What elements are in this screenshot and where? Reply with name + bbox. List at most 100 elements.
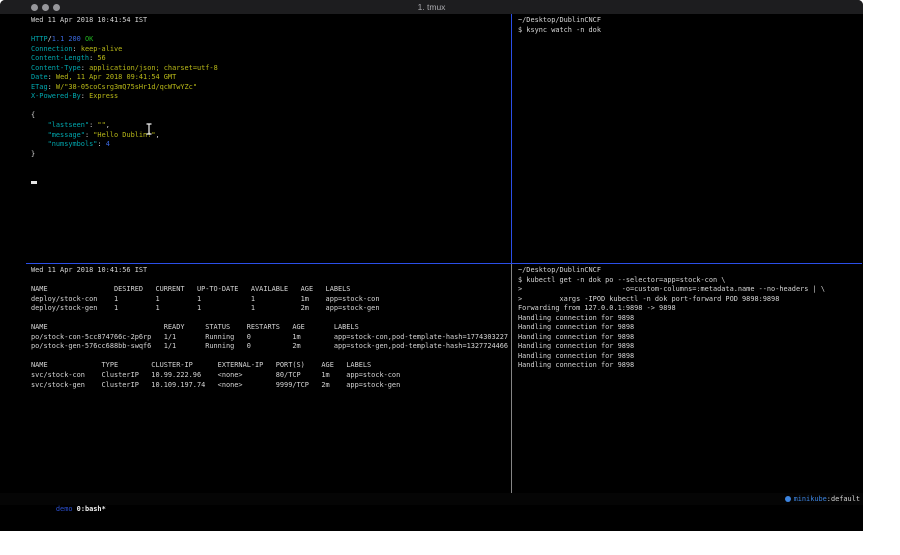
terminal-window: 1. tmux Wed 11 Apr 2018 10:41:54 IST HTTP… <box>0 0 863 531</box>
terminal-line: "numsymbols": 4 <box>31 140 507 150</box>
terminal-text-segment: NAME READY STATUS RESTARTS AGE LABELS <box>31 323 359 331</box>
terminal-line <box>31 26 507 36</box>
terminal-line: deploy/stock-con 1 1 1 1 1m app=stock-co… <box>31 295 507 305</box>
terminal-text-segment: "numsymbols" <box>48 140 98 148</box>
terminal-line: X-Powered-By: Express <box>31 92 507 102</box>
terminal-text-segment: : <box>48 83 56 91</box>
terminal-text-segment <box>31 140 48 148</box>
terminal-text-segment: : <box>81 92 89 100</box>
terminal-line <box>31 276 507 286</box>
terminal-text-segment: : <box>48 73 56 81</box>
kube-context-label: minikube <box>794 494 827 504</box>
terminal-line: Connection: keep-alive <box>31 45 507 55</box>
terminal-line: po/stock-con-5cc874766c-2p6rp 1/1 Runnin… <box>31 333 507 343</box>
terminal-text-segment: > xargs -IPOD kubectl -n dok port-forwar… <box>518 295 779 303</box>
terminal-text-segment: Connection <box>31 45 73 53</box>
terminal-text-segment: : <box>73 45 81 53</box>
session-name-label: demo <box>56 505 73 513</box>
terminal-text-segment: NAME DESIRED CURRENT UP-TO-DATE AVAILABL… <box>31 285 350 293</box>
terminal-text-segment: 1.1 <box>52 35 64 43</box>
terminal-text-segment <box>31 121 48 129</box>
terminal-line: NAME READY STATUS RESTARTS AGE LABELS <box>31 323 507 333</box>
terminal-line: ETag: W/"38-05coCsrg3mQ75sHr1d/qcWTwYZc" <box>31 83 507 93</box>
terminal-line: > xargs -IPOD kubectl -n dok port-forwar… <box>518 295 858 305</box>
terminal-line: Forwarding from 127.0.0.1:9898 -> 9898 <box>518 304 858 314</box>
terminal-text-segment: Handling connection for 9898 <box>518 342 634 350</box>
terminal-line: $ kubectl get -n dok po --selector=app=s… <box>518 276 858 286</box>
terminal-text-segment: Forwarding from 127.0.0.1:9898 -> 9898 <box>518 304 676 312</box>
pane-divider-horizontal[interactable] <box>26 263 862 264</box>
status-bar: demo 0:bash* minikube:default <box>0 493 863 505</box>
terminal-text-segment: } <box>31 150 35 158</box>
terminal-text-segment: Content-Length <box>31 54 89 62</box>
terminal-text-segment: { <box>31 111 35 119</box>
terminal-line <box>31 159 507 169</box>
screen: { "window": { "title": "1. tmux", "traff… <box>0 0 900 555</box>
terminal-text-segment: Date <box>31 73 48 81</box>
terminal-text-segment: application/json; charset=utf-8 <box>89 64 218 72</box>
terminal-line: ~/Desktop/DublinCNCF <box>518 16 858 26</box>
terminal-text-segment: $ kubectl get -n dok po --selector=app=s… <box>518 276 725 284</box>
terminal-text-segment: Wed 11 Apr 2018 10:41:56 IST <box>31 266 147 274</box>
terminal-text-segment: Wed, 11 Apr 2018 09:41:54 GMT <box>56 73 176 81</box>
terminal-line: Date: Wed, 11 Apr 2018 09:41:54 GMT <box>31 73 507 83</box>
window-tab-bash[interactable]: 0:bash* <box>77 505 106 513</box>
terminal-text-segment: ~/Desktop/DublinCNCF <box>518 16 601 24</box>
terminal-line: "message": "Hello Dublin!", <box>31 131 507 141</box>
terminal-line <box>31 352 507 362</box>
terminal-line: ~/Desktop/DublinCNCF <box>518 266 858 276</box>
terminal-text-segment: Handling connection for 9898 <box>518 323 634 331</box>
terminal-line: Handling connection for 9898 <box>518 333 858 343</box>
terminal-line: Content-Length: 56 <box>31 54 507 64</box>
kube-namespace-label: :default <box>827 494 860 504</box>
terminal-line: $ ksync watch -n dok <box>518 26 858 36</box>
terminal-text-segment: Handling connection for 9898 <box>518 314 634 322</box>
terminal-text-segment: "" <box>97 121 105 129</box>
terminal-text-segment: 200 <box>68 35 80 43</box>
terminal-text-segment: Content-Type <box>31 64 81 72</box>
mouse-cursor-ibeam <box>145 123 153 135</box>
terminal-text-segment: po/stock-gen-576cc688bb-swqf6 1/1 Runnin… <box>31 342 508 350</box>
terminal-text-segment <box>31 131 48 139</box>
terminal-text-segment: , <box>106 121 110 129</box>
pane-divider-vertical-top[interactable] <box>511 14 512 263</box>
terminal-cursor <box>31 181 37 185</box>
terminal-text-segment: ETag <box>31 83 48 91</box>
terminal-text-segment: OK <box>85 35 93 43</box>
terminal-text-segment: "lastseen" <box>48 121 90 129</box>
terminal-line: NAME TYPE CLUSTER-IP EXTERNAL-IP PORT(S)… <box>31 361 507 371</box>
terminal-line: Wed 11 Apr 2018 10:41:54 IST <box>31 16 507 26</box>
pane-kubectl-resources[interactable]: Wed 11 Apr 2018 10:41:56 IST NAME DESIRED… <box>31 266 507 490</box>
terminal-text-segment: NAME TYPE CLUSTER-IP EXTERNAL-IP PORT(S)… <box>31 361 371 369</box>
terminal-text-segment: svc/stock-con ClusterIP 10.99.222.96 <no… <box>31 371 400 379</box>
terminal-line: "lastseen": "", <box>31 121 507 131</box>
terminal-text-segment: keep-alive <box>81 45 123 53</box>
terminal-text-segment: HTTP <box>31 35 48 43</box>
terminal-line: Handling connection for 9898 <box>518 352 858 362</box>
titlebar[interactable]: 1. tmux <box>0 0 863 14</box>
terminal-line: NAME DESIRED CURRENT UP-TO-DATE AVAILABL… <box>31 285 507 295</box>
terminal-line: po/stock-gen-576cc688bb-swqf6 1/1 Runnin… <box>31 342 507 352</box>
terminal-line <box>31 102 507 112</box>
terminal-line <box>31 314 507 324</box>
terminal-text-segment: deploy/stock-gen 1 1 1 1 2m app=stock-ge… <box>31 304 379 312</box>
window-title: 1. tmux <box>0 2 863 12</box>
terminal-line <box>31 178 507 188</box>
terminal-text-segment: X-Powered-By <box>31 92 81 100</box>
terminal-line: Wed 11 Apr 2018 10:41:56 IST <box>31 266 507 276</box>
pane-http-response[interactable]: Wed 11 Apr 2018 10:41:54 ISTHTTP/1.1 200… <box>31 16 507 260</box>
pane-port-forward[interactable]: ~/Desktop/DublinCNCF $ kubectl get -n dok… <box>518 266 858 490</box>
terminal-text-segment: ~/Desktop/DublinCNCF <box>518 266 601 274</box>
terminal-line: } <box>31 150 507 160</box>
terminal-text-segment: Handling connection for 9898 <box>518 333 634 341</box>
pane-divider-vertical-bottom[interactable] <box>511 264 512 493</box>
terminal-line: { <box>31 111 507 121</box>
terminal-text-segment: : <box>97 140 105 148</box>
terminal-text-segment: > -o=custom-columns=:metadata.name --no-… <box>518 285 825 293</box>
terminal-text-segment: 56 <box>97 54 105 62</box>
terminal-line <box>31 169 507 179</box>
pane-ksync-watch[interactable]: ~/Desktop/DublinCNCF $ ksync watch -n dok <box>518 16 858 260</box>
terminal-line: Content-Type: application/json; charset=… <box>31 64 507 74</box>
terminal-line: Handling connection for 9898 <box>518 314 858 324</box>
terminal-text-segment: Handling connection for 9898 <box>518 352 634 360</box>
